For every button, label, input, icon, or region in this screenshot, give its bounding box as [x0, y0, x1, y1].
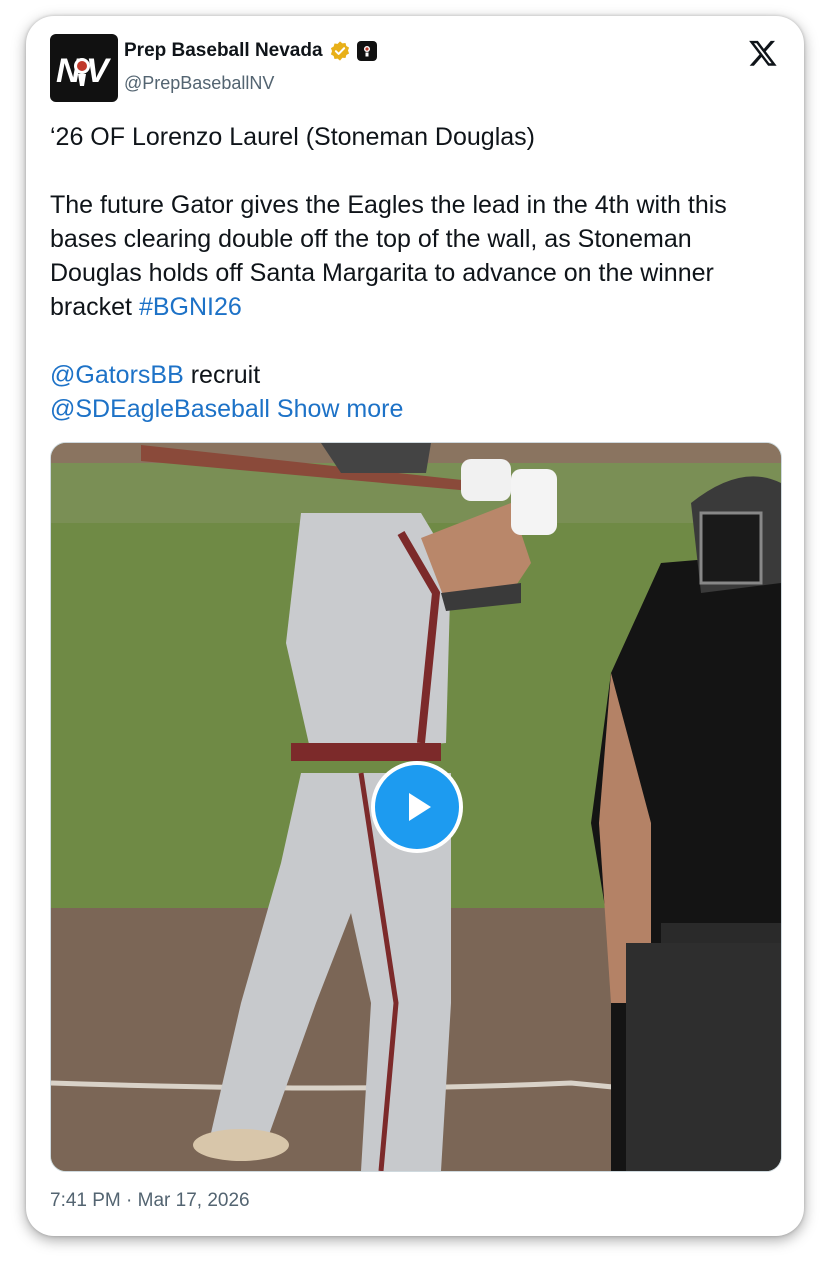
show-more-link[interactable]: Show more — [277, 395, 403, 423]
play-icon — [409, 793, 431, 821]
play-button[interactable] — [371, 761, 463, 853]
author-name-row: Prep Baseball Nevada — [124, 40, 377, 62]
x-logo-icon[interactable] — [748, 38, 778, 68]
mention-line-2: @SDEagleBaseball Show more — [50, 392, 780, 426]
mention-line-1: @GatorsBB recruit — [50, 358, 780, 392]
mention-suffix: recruit — [183, 361, 261, 389]
author-handle[interactable]: @PrepBaseballNV — [124, 73, 274, 94]
tweet-card: N V Prep Baseball Nevada @PrepBaseballNV… — [26, 16, 804, 1236]
tweet-paragraph: The future Gator gives the Eagles the le… — [50, 188, 780, 324]
verified-badge-icon — [330, 41, 349, 61]
nv-logo-icon: N V — [56, 52, 112, 90]
tweet-timestamp[interactable]: 7:41 PM · Mar 17, 2026 — [50, 1190, 250, 1212]
mention-sdeaglebaseball-link[interactable]: @SDEagleBaseball — [50, 395, 270, 423]
hashtag-link[interactable]: #BGNI26 — [139, 293, 242, 321]
svg-text:V: V — [86, 52, 112, 90]
author-name[interactable]: Prep Baseball Nevada — [124, 40, 323, 62]
video-player[interactable] — [50, 442, 782, 1172]
affiliate-badge-icon[interactable] — [356, 41, 377, 61]
tweet-headline: ‘26 OF Lorenzo Laurel (Stoneman Douglas) — [50, 123, 535, 151]
tweet-body: ‘26 OF Lorenzo Laurel (Stoneman Douglas)… — [50, 120, 780, 426]
author-avatar[interactable]: N V — [50, 34, 118, 102]
mention-gatorsbb-link[interactable]: @GatorsBB — [50, 361, 184, 389]
